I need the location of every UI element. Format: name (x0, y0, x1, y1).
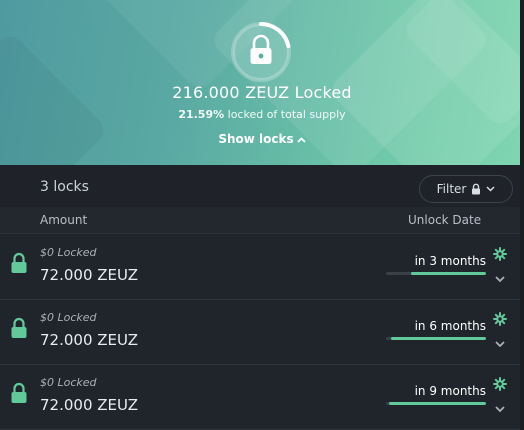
supply-percentage: 21.59% locked of total supply (0, 108, 524, 121)
total-locked-title: 216.000 ZEUZ Locked (172, 83, 352, 102)
show-locks-label: Show locks (218, 132, 294, 146)
unlock-progress-fill (389, 402, 486, 405)
chevron-down-icon[interactable] (494, 340, 506, 348)
scrollbar-track[interactable] (520, 0, 524, 430)
lock-icon (11, 252, 27, 273)
lock-icon (11, 317, 27, 338)
chevron-down-icon (486, 186, 495, 192)
unlock-progress-bar (386, 272, 486, 275)
lock-icon (11, 382, 27, 403)
unlock-date: in 6 months (414, 319, 486, 333)
lock-row[interactable]: $0 Locked 72.000 ZEUZ in 3 months (0, 235, 524, 300)
chevron-down-icon[interactable] (494, 275, 506, 283)
lock-amount: 72.000 ZEUZ (40, 266, 138, 284)
lock-summary-banner: 216.000 ZEUZ Locked 21.59% locked of tot… (0, 0, 524, 165)
column-header: Amount Unlock Date (0, 207, 524, 234)
unlock-date: in 3 months (414, 254, 486, 268)
column-amount: Amount (40, 213, 88, 227)
gear-icon[interactable] (493, 247, 507, 261)
chevron-up-icon (297, 135, 306, 146)
unlock-progress-fill (391, 337, 486, 340)
lock-row[interactable]: $0 Locked 72.000 ZEUZ in 9 months (0, 365, 524, 430)
unlock-progress-bar (386, 337, 486, 340)
unlock-progress-bar (386, 402, 486, 405)
show-locks-toggle[interactable]: Show locks (0, 132, 524, 146)
filter-label: Filter (436, 182, 467, 196)
lock-row[interactable]: $0 Locked 72.000 ZEUZ in 6 months (0, 300, 524, 365)
locked-value: $0 Locked (40, 376, 97, 389)
percent-value: 21.59% (178, 108, 225, 121)
filter-button[interactable]: Filter (419, 175, 513, 203)
lock-amount: 72.000 ZEUZ (40, 396, 138, 414)
column-unlock-date: Unlock Date (408, 213, 482, 227)
locks-list-header: 3 locks Filter (0, 165, 524, 207)
gear-icon[interactable] (493, 377, 507, 391)
gear-icon[interactable] (493, 312, 507, 326)
locks-count: 3 locks (40, 179, 89, 195)
unlock-progress-fill (411, 272, 486, 275)
locked-value: $0 Locked (40, 311, 97, 324)
unlock-date: in 9 months (414, 384, 486, 398)
lock-icon (472, 183, 481, 195)
percent-caption: locked of total supply (227, 108, 346, 121)
lock-amount: 72.000 ZEUZ (40, 331, 138, 349)
locked-value: $0 Locked (40, 246, 97, 259)
locked-progress-ring (231, 22, 291, 82)
chevron-down-icon[interactable] (494, 405, 506, 413)
